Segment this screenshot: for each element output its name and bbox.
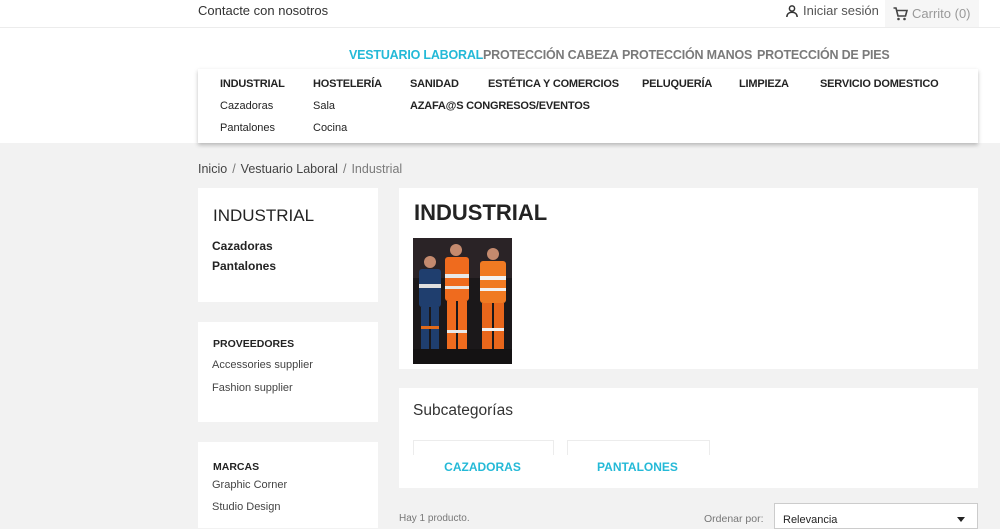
mega-estetica[interactable]: ESTÉTICA Y COMERCIOS [488, 78, 619, 90]
category-image [413, 238, 512, 364]
subcategory-thumb-cazadoras[interactable] [413, 440, 554, 455]
category-title: INDUSTRIAL [414, 200, 548, 225]
nav-proteccion-manos[interactable]: PROTECCIÓN MANOS [622, 48, 752, 62]
nav-vestuario-laboral[interactable]: VESTUARIO LABORAL [349, 48, 483, 62]
brand-studio-design[interactable]: Studio Design [212, 501, 281, 513]
brand-graphic-corner[interactable]: Graphic Corner [212, 479, 287, 491]
subcategories-title: Subcategorías [413, 402, 513, 419]
breadcrumb-vestuario-laboral[interactable]: Vestuario Laboral [241, 162, 338, 176]
mega-hosteleria[interactable]: HOSTELERÍA [313, 78, 382, 90]
product-count: Hay 1 producto. [399, 513, 470, 524]
workers-illustration [413, 238, 512, 364]
mega-sanidad[interactable]: SANIDAD [410, 78, 459, 90]
mega-servicio-domestico[interactable]: SERVICIO DOMESTICO [820, 78, 939, 90]
suppliers-title: PROVEEDORES [213, 338, 295, 350]
mega-peluqueria[interactable]: PELUQUERÍA [642, 78, 712, 90]
nav-proteccion-de-pies[interactable]: PROTECCIÓN DE PIES [757, 48, 890, 62]
login-link[interactable]: Iniciar sesión [785, 3, 879, 18]
supplier-accessories[interactable]: Accessories supplier [212, 359, 313, 371]
category-link-pantalones[interactable]: Pantalones [212, 259, 276, 273]
chevron-down-icon [957, 517, 965, 522]
user-icon [786, 4, 798, 17]
mega-industrial-cazadoras[interactable]: Cazadoras [220, 100, 273, 112]
category-tree-title[interactable]: INDUSTRIAL [213, 206, 314, 226]
supplier-fashion[interactable]: Fashion supplier [212, 382, 293, 394]
mega-industrial[interactable]: INDUSTRIAL [220, 78, 285, 90]
sort-label: Ordenar por: [704, 513, 764, 525]
breadcrumb-current: Industrial [351, 162, 403, 176]
login-label: Iniciar sesión [803, 3, 879, 18]
brands-title: MARCAS [213, 461, 260, 473]
subcategory-thumb-pantalones[interactable] [567, 440, 710, 455]
sort-selected-value: Relevancia [783, 514, 838, 526]
breadcrumb-inicio[interactable]: Inicio [198, 162, 227, 176]
category-link-cazadoras[interactable]: Cazadoras [212, 239, 273, 253]
sort-select[interactable]: Relevancia [774, 503, 978, 529]
breadcrumb: Inicio / Vestuario Laboral / Industrial [198, 162, 403, 176]
suppliers-panel [198, 322, 378, 422]
cart-icon [893, 6, 908, 20]
mega-azafatas[interactable]: AZAFA@S CONGRESOS/EVENTOS [410, 100, 590, 112]
mega-hosteleria-sala[interactable]: Sala [313, 100, 335, 112]
cart-label: Carrito (0) [912, 6, 971, 21]
mega-hosteleria-cocina[interactable]: Cocina [313, 122, 347, 134]
nav-proteccion-cabeza[interactable]: PROTECCIÓN CABEZA [483, 48, 619, 62]
subcategory-link-pantalones[interactable]: PANTALONES [567, 460, 708, 474]
mega-industrial-pantalones[interactable]: Pantalones [220, 122, 275, 134]
subcategory-link-cazadoras[interactable]: CAZADORAS [413, 460, 552, 474]
cart-button[interactable]: Carrito (0) [885, 0, 979, 27]
contact-link[interactable]: Contacte con nosotros [198, 3, 328, 18]
mega-limpieza[interactable]: LIMPIEZA [739, 78, 789, 90]
